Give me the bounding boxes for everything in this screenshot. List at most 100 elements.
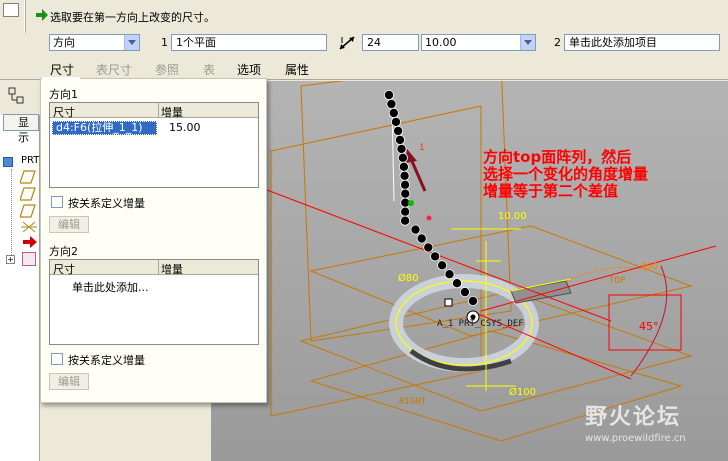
annotation-line-2: 选择一个变化的角度增量 [483,165,649,183]
label-dim-800: 800 [641,262,658,272]
dir1-edit-button[interactable]: 编辑 [49,216,89,233]
dir2-table[interactable]: 尺寸 增量 单击此处添加... [49,259,259,345]
dir1-col-inc: 增量 [161,106,183,119]
dir2-reference-field[interactable]: 单击此处添加项目 [564,34,720,51]
tab-dimensions[interactable]: 尺寸 [50,61,74,78]
count-field[interactable]: 24 [362,34,419,51]
dir2-number: 2 [554,36,561,49]
label-dim-100: Ø100 [509,386,536,398]
pattern-member-dot[interactable] [383,89,394,100]
dir2-col-inc: 增量 [161,263,183,276]
pattern-member-dot[interactable] [390,116,401,127]
dir1-title: 方向1 [49,88,78,101]
tab-references[interactable]: 参照 [155,61,179,78]
pattern-member-dot[interactable] [451,278,462,289]
annotation-line-1: 方向top面阵列，然后 [483,148,632,166]
pattern-member-dot[interactable] [423,242,434,253]
insert-here-arrow-icon[interactable] [23,236,37,248]
tree-connector [11,169,12,261]
pattern-member-dot[interactable] [410,224,421,235]
dir2-reference-value: 单击此处添加项目 [569,36,657,49]
dir1-edit-label: 编辑 [58,218,80,231]
dir1-table-header: 尺寸 增量 [50,103,258,119]
dir1-reference-field[interactable]: 1个平面 [171,34,327,51]
tab-table[interactable]: 表 [203,61,215,78]
tab-properties[interactable]: 属性 [285,61,309,78]
show-button-label: 显示 [18,116,29,144]
model-tree: 显示 PRT + [0,81,40,461]
pattern-member-dot[interactable] [430,251,441,262]
chevron-down-icon[interactable] [520,35,535,50]
spacing-value: 10.00 [425,36,457,49]
label-one: 1 [419,143,425,153]
pattern-member-dot[interactable] [393,125,404,136]
pattern-member-dot[interactable] [399,170,410,181]
pattern-member-dot[interactable] [394,134,405,145]
spacing-combo[interactable]: 10.00 [421,34,536,51]
flip-direction-icon[interactable] [338,35,356,51]
green-handle[interactable] [408,200,414,206]
datum-plane-icon[interactable] [20,187,36,201]
dir2-relation-checkbox[interactable] [51,353,63,365]
show-button[interactable]: 显示 [3,114,39,144]
toolbar-separator [24,0,26,33]
label-angle: 45° [639,320,659,333]
pattern-member-dot[interactable] [416,233,427,244]
annotation: 方向top面阵列，然后 选择一个变化的角度增量 增量等于第二个差值 [483,149,648,200]
label-dim-10: 10.00 [498,211,527,222]
red-handle[interactable] [426,215,432,221]
pattern-feature-icon[interactable] [22,252,36,266]
pattern-member-dot[interactable] [386,98,397,109]
pattern-member-dot[interactable] [444,269,455,280]
pattern-member-dot[interactable] [396,143,407,154]
csys-icon[interactable] [21,220,37,234]
message-arrow-icon [36,9,48,21]
header-separator [158,103,159,118]
header-separator [158,260,159,275]
pattern-member-dot[interactable] [459,287,470,298]
datum-plane-icon[interactable] [20,204,36,218]
annotation-line-3: 增量等于第二个差值 [483,182,619,200]
pattern-member-dot[interactable] [397,152,408,163]
graphics-window[interactable]: 1 10.00 Ø80 Ø100 800 A_1 PRT_CSYS_DEF RI… [211,81,728,461]
pattern-member-dot[interactable] [400,179,411,190]
tab-table-dimensions[interactable]: 表尺寸 [96,61,132,78]
chevron-down-icon[interactable] [124,35,139,50]
pattern-member-dot[interactable] [437,260,448,271]
datum-plane-icon[interactable] [20,170,36,184]
pattern-member-dot[interactable] [400,215,411,226]
pattern-member-dot[interactable] [398,161,409,172]
dir2-table-header: 尺寸 增量 [50,260,258,276]
label-right-plane: RIGHT [399,397,427,407]
toolbar-square-icon[interactable] [3,3,19,17]
dir1-row-increment[interactable]: 15.00 [169,121,201,134]
part-icon [3,157,13,167]
dir1-row-dimension[interactable]: d4:F6(拉伸_1_1) [52,121,157,135]
tree-root-label: PRT [21,155,40,166]
tree-view-icon[interactable] [8,87,26,105]
dir1-reference-value: 1个平面 [176,36,216,49]
model-tree-toolbar [0,81,40,115]
pattern-member-dot[interactable] [388,107,399,118]
dir2-add-row[interactable]: 单击此处添加... [72,279,149,295]
prompt-message: 选取要在第一方向上改变的尺寸。 [50,11,215,24]
expand-icon[interactable]: + [6,255,15,264]
dir1-relation-label: 按关系定义增量 [68,197,145,210]
pattern-member-dot[interactable] [467,295,478,306]
count-value: 24 [367,36,381,49]
dir2-title: 方向2 [49,245,78,258]
pattern-type-combo[interactable]: 方向 [49,34,140,51]
watermark-url: www.proewildfire.cn [585,433,686,444]
dir1-table[interactable]: 尺寸 增量 d4:F6(拉伸_1_1) 15.00 [49,102,259,188]
feature-dashboard: 选取要在第一方向上改变的尺寸。 方向 1 1个平面 24 10.00 2 单击此… [0,0,728,80]
pattern-type-value: 方向 [53,36,75,49]
pattern-member-dot[interactable] [400,206,411,217]
tab-options[interactable]: 选项 [237,61,261,78]
dir2-edit-button[interactable]: 编辑 [49,373,89,390]
dir1-number: 1 [161,36,168,49]
dir1-relation-checkbox[interactable] [51,196,63,208]
pattern-member-dot[interactable] [400,188,411,199]
drag-handle[interactable] [444,298,453,307]
label-top-plane: TOP [609,276,626,286]
dir1-col-dim: 尺寸 [53,106,75,119]
